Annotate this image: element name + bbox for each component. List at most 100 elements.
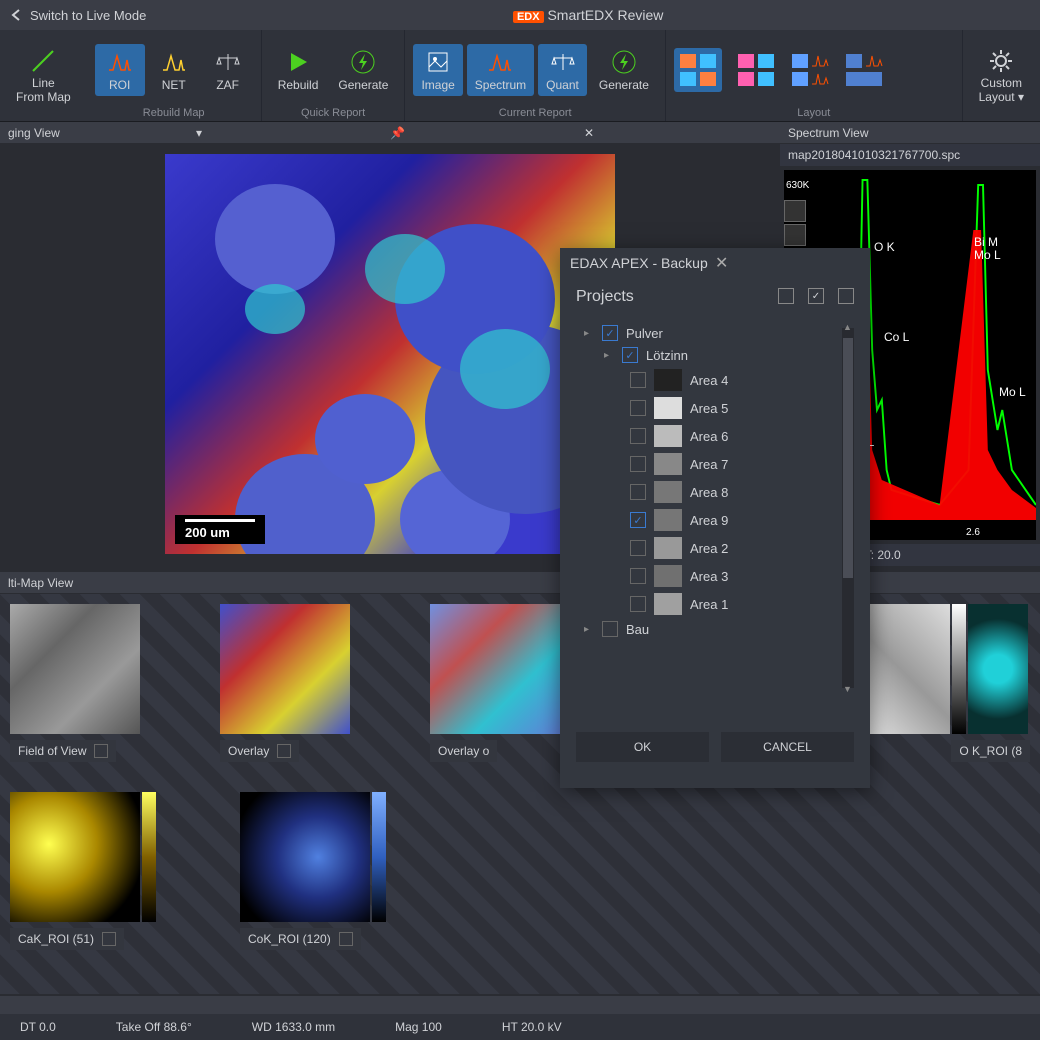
spectrum-icon <box>486 48 514 76</box>
area-thumbnail <box>654 369 682 391</box>
layout-preset-3[interactable] <box>790 52 830 88</box>
quant-button[interactable]: Quant <box>538 44 587 96</box>
thumb-okroi[interactable]: O K_ROI (8 <box>850 604 1030 762</box>
peak-ok: O K <box>874 240 895 254</box>
tree-check[interactable] <box>630 372 646 388</box>
tree-item-area[interactable]: Area 4 <box>630 366 854 394</box>
dialog-section-title: Projects <box>576 288 634 305</box>
copy-icon[interactable] <box>778 288 794 304</box>
tree-check[interactable] <box>630 568 646 584</box>
tree-check[interactable] <box>630 540 646 556</box>
custom-layout-button[interactable]: CustomLayout ▾ <box>971 43 1032 107</box>
ribbon-toolbar: LineFrom Map ROI NET ZAF Rebuild Map <box>0 30 1040 122</box>
spectrum-tool-2[interactable] <box>784 224 806 246</box>
tree-item-area[interactable]: Area 7 <box>630 450 854 478</box>
checkall-icon[interactable]: ✓ <box>808 288 824 304</box>
tree-check[interactable] <box>630 484 646 500</box>
status-wd: WD 1633.0 mm <box>252 1020 335 1034</box>
peak-col: Co L <box>884 330 909 344</box>
thumb-cak-check[interactable] <box>102 932 116 946</box>
area-thumbnail <box>654 397 682 419</box>
tree-check[interactable] <box>630 428 646 444</box>
thumb-fov-check[interactable] <box>94 744 108 758</box>
status-mag: Mag 100 <box>395 1020 442 1034</box>
scale-bar: 200 um <box>175 515 265 544</box>
area-thumbnail <box>654 537 682 559</box>
tree-check[interactable] <box>630 400 646 416</box>
bolt-icon <box>610 48 638 76</box>
layout-preset-4[interactable] <box>844 52 884 88</box>
cancel-button[interactable]: CANCEL <box>721 732 854 762</box>
panel-close-icon[interactable]: ✕ <box>584 126 772 140</box>
generate-quick-button[interactable]: Generate <box>330 44 396 96</box>
status-bar: DT 0.0 Take Off 88.6° WD 1633.0 mm Mag 1… <box>0 1014 1040 1040</box>
quant-icon <box>549 48 577 76</box>
multimap-view-panel: lti-Map View Field of View Overlay Overl… <box>0 572 1040 996</box>
uncheckall-icon[interactable] <box>838 288 854 304</box>
group-current-label: Current Report <box>413 105 656 119</box>
ok-button[interactable]: OK <box>576 732 709 762</box>
image-button[interactable]: Image <box>413 44 462 96</box>
spectrum-tool-1[interactable] <box>784 200 806 222</box>
tree-item-area[interactable]: Area 2 <box>630 534 854 562</box>
tree-check[interactable] <box>630 456 646 472</box>
tree-check[interactable]: ✓ <box>622 347 638 363</box>
group-quick-label: Quick Report <box>270 105 397 119</box>
spectrum-button[interactable]: Spectrum <box>467 44 534 96</box>
status-takeoff: Take Off 88.6° <box>116 1020 192 1034</box>
net-button[interactable]: NET <box>149 44 199 96</box>
tree-item-area[interactable]: Area 8 <box>630 478 854 506</box>
area-thumbnail <box>654 593 682 615</box>
peak-bim: Bi M <box>974 235 998 249</box>
thumb-cakroi[interactable]: CaK_ROI (51) <box>10 792 180 950</box>
switch-live-mode-button[interactable]: Switch to Live Mode <box>10 8 146 23</box>
group-layout-label: Layout <box>674 105 954 119</box>
tree-item-area[interactable]: Area 1 <box>630 590 854 618</box>
thumb-overlay-check[interactable] <box>277 744 291 758</box>
layout-preset-2[interactable] <box>736 52 776 88</box>
tree-check[interactable]: ✓ <box>630 512 646 528</box>
tree-item-area[interactable]: Area 3 <box>630 562 854 590</box>
panel-pin-icon[interactable]: 📌 <box>390 126 578 140</box>
thumb-cok-check[interactable] <box>339 932 353 946</box>
edx-badge: EDX <box>513 11 544 23</box>
bolt-icon <box>349 48 377 76</box>
area-thumbnail <box>654 425 682 447</box>
tree-item-pulver[interactable]: ▸ ✓ Pulver <box>584 322 854 344</box>
zaf-button[interactable]: ZAF <box>203 44 253 96</box>
generate-current-button[interactable]: Generate <box>591 44 657 96</box>
backup-dialog: EDAX APEX - Backup ✕ Projects ✓ ▸ ✓ Pulv… <box>560 248 870 788</box>
thumb-cokroi[interactable]: CoK_ROI (120) <box>240 792 410 950</box>
peak-mol2: Mo L <box>999 385 1026 399</box>
thumb-fov[interactable]: Field of View <box>10 604 160 762</box>
layout-preset-1[interactable] <box>674 48 722 92</box>
expand-icon[interactable]: ▸ <box>584 328 594 339</box>
expand-icon[interactable]: ▸ <box>604 350 614 361</box>
expand-icon[interactable]: ▸ <box>584 624 594 635</box>
tree-check[interactable]: ✓ <box>602 325 618 341</box>
thumb-overlay[interactable]: Overlay <box>220 604 370 762</box>
tree-check[interactable] <box>630 596 646 612</box>
thumb-overlay-o[interactable]: Overlay o <box>430 604 580 762</box>
close-icon[interactable]: ✕ <box>715 253 860 273</box>
line-icon <box>29 47 57 75</box>
tree-scrollbar[interactable] <box>842 328 854 688</box>
peak-mol: Mo L <box>974 248 1001 262</box>
area-thumbnail <box>654 565 682 587</box>
imaging-view-title: ging View <box>8 126 196 140</box>
tree-item-area[interactable]: Area 6 <box>630 422 854 450</box>
tree-item-area[interactable]: Area 5 <box>630 394 854 422</box>
panel-dropdown-icon[interactable]: ▾ <box>196 126 384 140</box>
project-tree: ▸ ✓ Pulver ▸ ✓ Lötzinn Area 4Area 5Area … <box>576 322 854 712</box>
tree-item-area[interactable]: ✓Area 9 <box>630 506 854 534</box>
map-image-display[interactable]: 200 um <box>165 154 615 554</box>
spectrum-view-title: Spectrum View <box>788 126 1032 140</box>
roi-button[interactable]: ROI <box>95 44 145 96</box>
tree-check[interactable] <box>602 621 618 637</box>
roi-icon <box>106 48 134 76</box>
tree-item-lotzinn[interactable]: ▸ ✓ Lötzinn <box>604 344 854 366</box>
rebuild-button[interactable]: Rebuild <box>270 44 327 96</box>
group-rebuild-label: Rebuild Map <box>95 105 253 119</box>
tree-item-bau[interactable]: ▸ Bau <box>584 618 854 640</box>
line-from-map-button[interactable]: LineFrom Map <box>8 43 79 107</box>
